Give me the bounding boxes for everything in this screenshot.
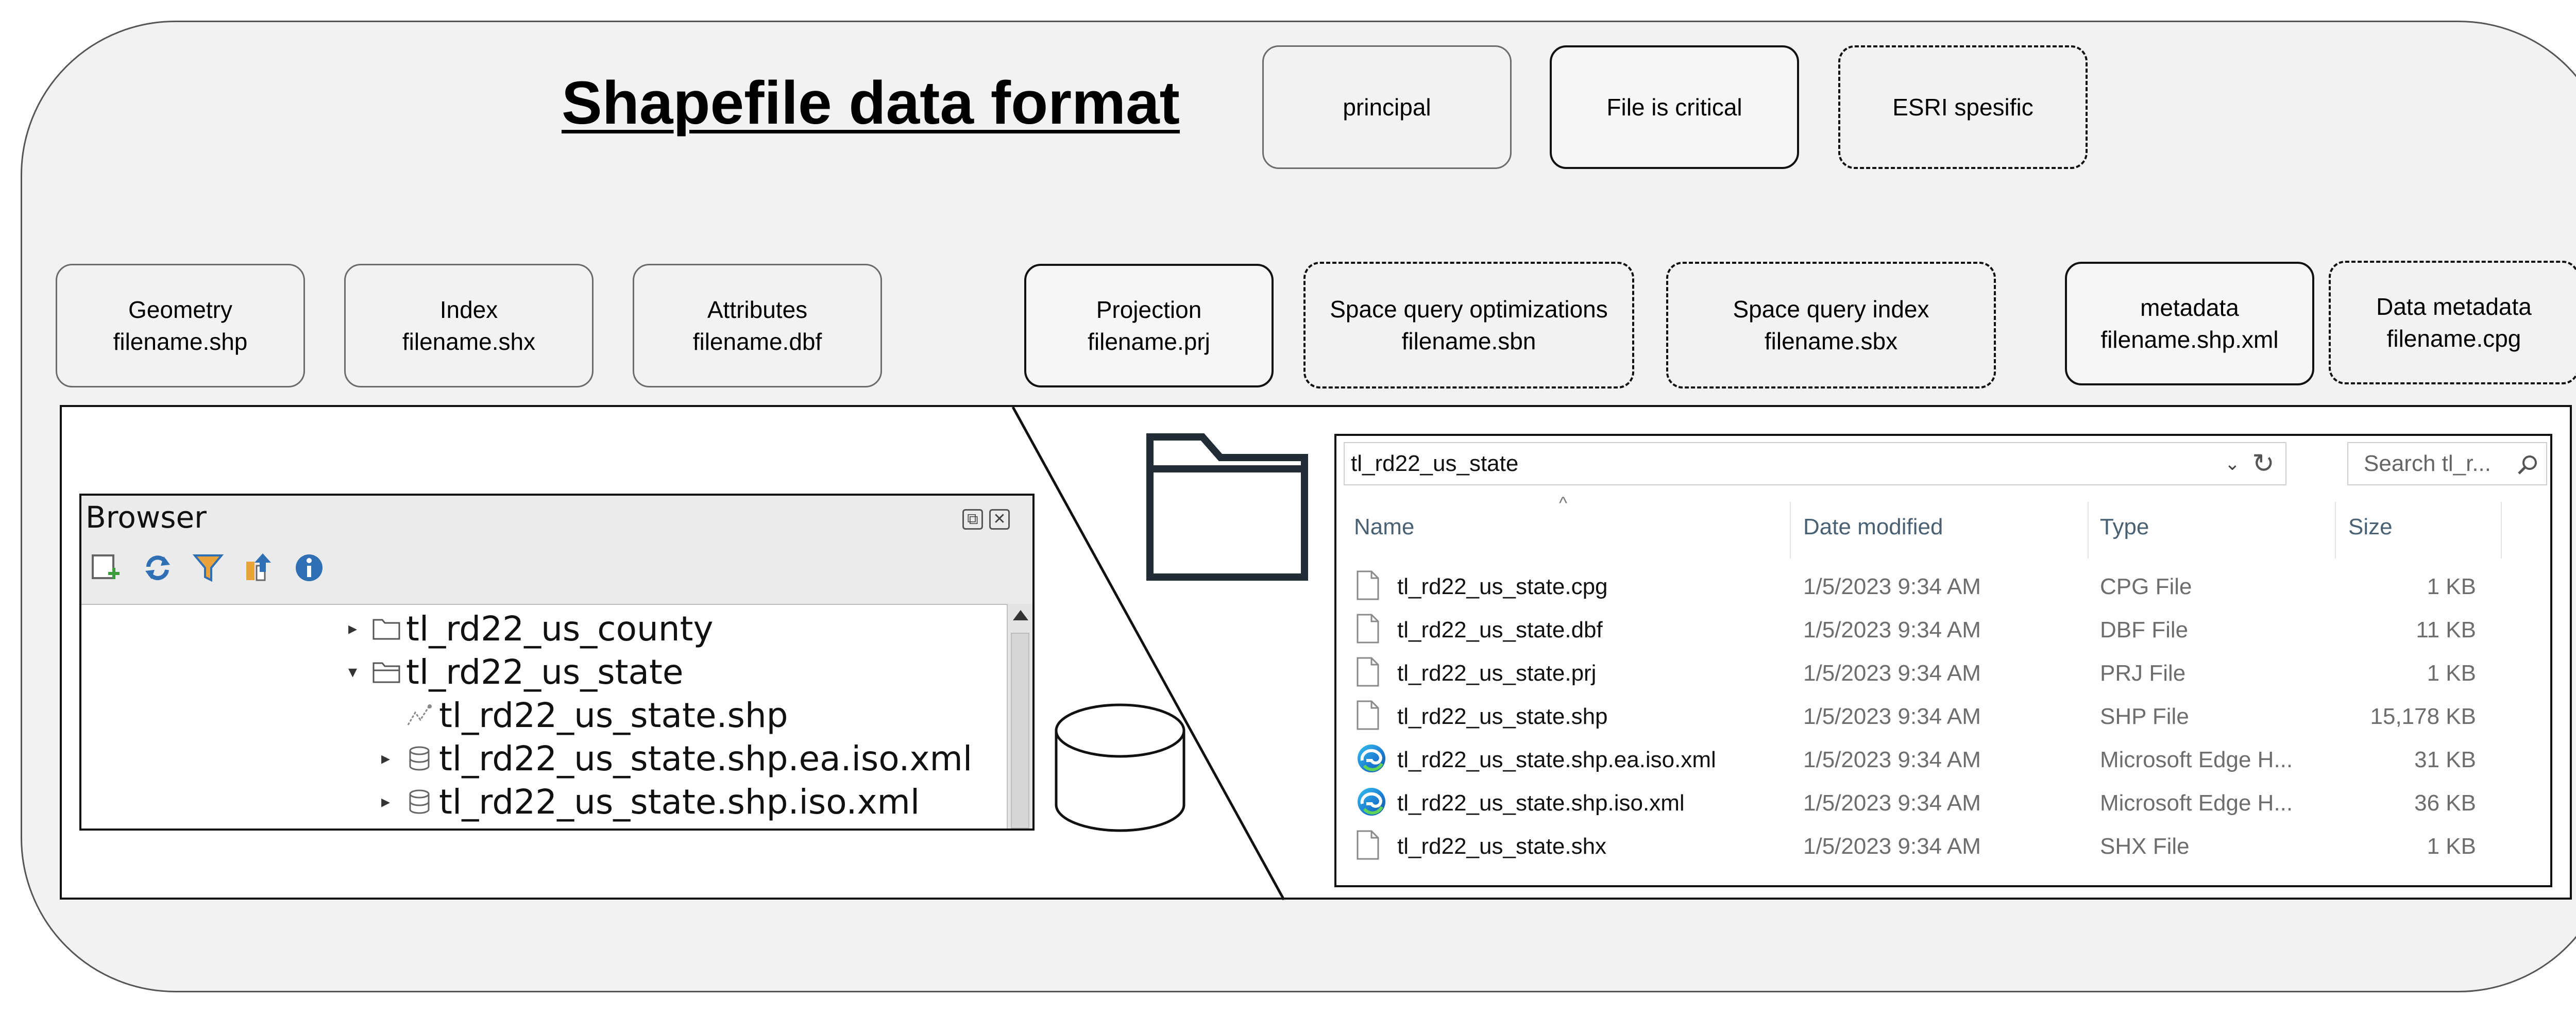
file-name: tl_rd22_us_state.shp.iso.xml	[1397, 790, 1685, 816]
file-icon	[1356, 570, 1385, 603]
column-separator[interactable]	[1790, 502, 1791, 559]
file-size: 36 KB	[2414, 790, 2476, 816]
file-name: tl_rd22_us_state.shp.ea.iso.xml	[1397, 747, 1716, 772]
tree-item-label: tl_rd22_us_state.shp	[439, 695, 788, 735]
database-cylinder-icon	[1055, 703, 1185, 832]
database-icon	[400, 746, 439, 771]
tree-item-state-shp[interactable]: tl_rd22_us_state.shp	[400, 694, 788, 737]
sort-ascending-icon: ^	[1559, 494, 1567, 513]
file-row[interactable]: tl_rd22_us_state.cpg 1/5/2023 9:34 AM CPG …	[1336, 565, 2550, 608]
column-separator[interactable]	[2501, 502, 2502, 559]
close-panel-icon[interactable]: ✕	[989, 509, 1010, 530]
tree-item-label: tl_rd22_us_county	[406, 609, 714, 649]
file-name: tl_rd22_us_state.cpg	[1397, 574, 1608, 599]
file-type: SHX File	[2100, 834, 2190, 859]
file-name: tl_rd22_us_state.dbf	[1397, 617, 1603, 643]
search-input[interactable]: Search tl_r...	[2347, 442, 2547, 485]
file-date: 1/5/2023 9:34 AM	[1803, 704, 1981, 729]
file-size: 1 KB	[2427, 661, 2476, 686]
column-header-date[interactable]: Date modified	[1803, 514, 1943, 540]
file-name: tl_rd22_us_state.shp	[1397, 704, 1608, 729]
file-date: 1/5/2023 9:34 AM	[1803, 574, 1981, 599]
collapse-arrow-icon[interactable]: ▾	[348, 662, 367, 682]
file-icon	[1356, 700, 1385, 733]
file-icon	[1356, 656, 1385, 689]
file-type: Microsoft Edge H...	[2100, 747, 2293, 772]
expand-arrow-icon[interactable]: ▸	[381, 748, 400, 769]
file-size: 1 KB	[2427, 834, 2476, 859]
scrollbar-thumb[interactable]	[1011, 633, 1029, 829]
search-placeholder: Search tl_r...	[2364, 451, 2492, 476]
vector-layer-icon	[400, 702, 439, 728]
folder-icon	[367, 617, 406, 640]
qgis-browser-title: Browser	[86, 500, 207, 535]
column-header-size[interactable]: Size	[2348, 514, 2393, 540]
address-bar[interactable]: tl_rd22_us_state ⌄ ↻	[1344, 442, 2286, 485]
file-row[interactable]: tl_rd22_us_state.shp.ea.iso.xml 1/5/2023 …	[1336, 738, 2550, 781]
file-size: 1 KB	[2427, 574, 2476, 599]
file-size: 11 KB	[2416, 617, 2476, 643]
file-date: 1/5/2023 9:34 AM	[1803, 747, 1981, 772]
open-folder-icon	[367, 660, 406, 684]
file-date: 1/5/2023 9:34 AM	[1803, 617, 1981, 643]
edge-icon	[1356, 743, 1385, 776]
database-icon	[400, 789, 439, 815]
file-row[interactable]: tl_rd22_us_state.shx 1/5/2023 9:34 AM SHX …	[1336, 824, 2550, 868]
file-icon	[1356, 613, 1385, 646]
file-date: 1/5/2023 9:34 AM	[1803, 834, 1981, 859]
file-date: 1/5/2023 9:34 AM	[1803, 790, 1981, 816]
refresh-icon[interactable]: ↻	[2245, 443, 2281, 484]
collapse-all-icon[interactable]	[242, 551, 275, 584]
vertical-scrollbar[interactable]	[1007, 604, 1032, 829]
column-header-type[interactable]: Type	[2100, 514, 2149, 540]
address-path: tl_rd22_us_state	[1351, 451, 1519, 476]
expand-arrow-icon[interactable]: ▸	[381, 791, 400, 812]
file-date: 1/5/2023 9:34 AM	[1803, 661, 1981, 686]
edge-icon	[1356, 786, 1385, 819]
properties-icon[interactable]	[293, 551, 326, 584]
float-panel-icon[interactable]: ⧉	[962, 509, 983, 530]
file-row[interactable]: tl_rd22_us_state.shp.iso.xml 1/5/2023 9:3…	[1336, 781, 2550, 824]
file-row[interactable]: tl_rd22_us_state.prj 1/5/2023 9:34 AM PRJ …	[1336, 651, 2550, 695]
folder-icon	[1146, 433, 1308, 581]
tree-item-label: tl_rd22_us_state.shp.iso.xml	[439, 782, 920, 822]
file-name: tl_rd22_us_state.shx	[1397, 834, 1607, 859]
search-icon[interactable]	[2516, 453, 2539, 476]
tree-item-county[interactable]: ▸ tl_rd22_us_county	[348, 607, 714, 650]
file-type: DBF File	[2100, 617, 2189, 643]
column-separator[interactable]	[2335, 502, 2336, 559]
scroll-up-icon[interactable]	[1013, 610, 1028, 620]
file-size: 31 KB	[2414, 747, 2476, 772]
column-header-name[interactable]: Name	[1354, 514, 1414, 540]
tree-item-label: tl_rd22_us_state	[406, 652, 684, 692]
tree-item-ea-iso-xml[interactable]: ▸ tl_rd22_us_state.shp.ea.iso.xml	[381, 737, 972, 780]
file-explorer-window: tl_rd22_us_state ⌄ ↻ Search tl_r... ^ Na…	[1334, 434, 2552, 887]
file-row[interactable]: tl_rd22_us_state.shp 1/5/2023 9:34 AM SHP …	[1336, 695, 2550, 738]
file-type: PRJ File	[2100, 661, 2186, 686]
expand-arrow-icon[interactable]: ▸	[348, 618, 367, 639]
file-type: SHP File	[2100, 704, 2189, 729]
file-type: CPG File	[2100, 574, 2192, 599]
file-row[interactable]: tl_rd22_us_state.dbf 1/5/2023 9:34 AM DBF …	[1336, 608, 2550, 651]
file-type: Microsoft Edge H...	[2100, 790, 2293, 816]
file-size: 15,178 KB	[2370, 704, 2477, 729]
tree-item-iso-xml[interactable]: ▸ tl_rd22_us_state.shp.iso.xml	[381, 780, 920, 823]
tree-item-label: tl_rd22_us_state.shp.ea.iso.xml	[439, 738, 973, 779]
filter-icon[interactable]	[192, 551, 225, 584]
tree-item-state[interactable]: ▾ tl_rd22_us_state	[348, 650, 683, 694]
chevron-down-icon[interactable]: ⌄	[2225, 443, 2240, 484]
qgis-browser-panel: Browser ⧉ ✕ ▸ tl_rd22_us_county ▾ tl_rd2…	[79, 494, 1035, 831]
file-icon	[1356, 830, 1385, 863]
file-name: tl_rd22_us_state.prj	[1397, 661, 1597, 686]
add-layer-icon[interactable]	[90, 551, 123, 584]
column-separator[interactable]	[2088, 502, 2089, 559]
refresh-icon[interactable]	[141, 551, 174, 584]
qgis-browser-tree: ▸ tl_rd22_us_county ▾ tl_rd22_us_state t…	[81, 604, 1007, 829]
